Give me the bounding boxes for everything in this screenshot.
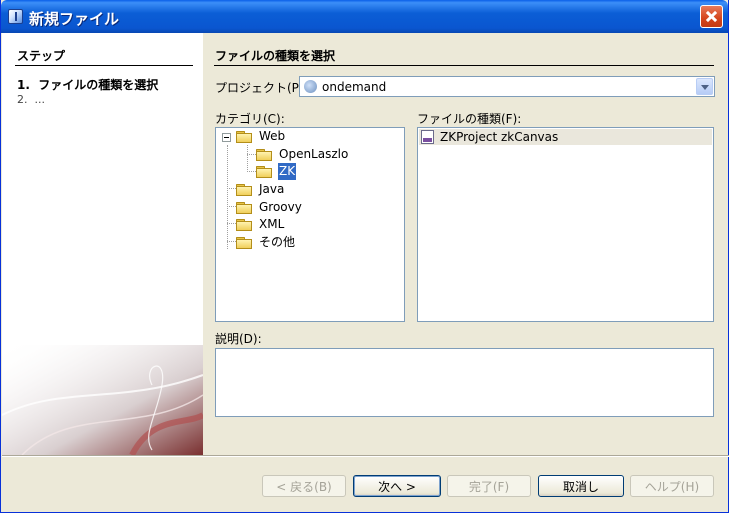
chevron-down-icon[interactable] [696,78,713,95]
categories-tree[interactable]: Web OpenLaszlo ZK Java Groovy XML その他 [215,127,405,322]
step-item-1: 1. ファイルの種類を選択 [17,76,158,93]
next-button[interactable]: 次へ > [353,475,441,497]
tree-line [247,171,256,172]
window-title: 新規ファイル [29,10,120,28]
collapse-icon[interactable] [222,133,231,142]
tree-item-label: ZK [278,163,297,180]
tree-item-label: その他 [259,235,296,249]
title-bar[interactable]: 新規ファイル [1,0,728,33]
tree-item-label: Web [259,129,286,143]
tree-item-label: Java [259,182,285,196]
tree-item-label: OpenLaszlo [279,147,349,161]
tree-line [227,206,236,207]
project-icon [304,80,317,93]
steps-divider [15,65,193,66]
folder-icon [256,166,272,178]
app-icon [8,9,23,24]
step-number: 2. [17,93,28,106]
help-button[interactable]: ヘルプ(H) [630,475,714,497]
page-title: ファイルの種類を選択 [215,49,336,63]
step-label: ... [34,93,46,106]
folder-icon [256,149,272,161]
list-item-label: ZKProject zkCanvas [440,130,559,144]
zk-file-icon [421,130,434,144]
tree-line [227,188,236,189]
folder-icon [236,202,252,214]
back-button[interactable]: < 戻る(B) [262,475,346,497]
folder-icon [236,184,252,196]
file-types-label: ファイルの種類(F): [417,112,522,126]
tree-line [227,223,236,224]
project-combobox[interactable]: ondemand [299,76,715,97]
tree-line [247,154,256,155]
new-file-dialog: 新規ファイル ステップ 1. ファイルの種類を選択 2. ... ファイルの種類… [0,0,729,513]
tree-line [247,145,248,172]
folder-icon [236,219,252,231]
categories-label: カテゴリ(C): [215,112,285,126]
list-item[interactable]: ZKProject zkCanvas [419,129,712,145]
description-label: 説明(D): [215,332,262,346]
file-types-list[interactable]: ZKProject zkCanvas [417,127,714,322]
folder-icon [236,237,252,249]
steps-heading: ステップ [17,49,66,63]
cancel-button[interactable]: 取消し [538,475,624,497]
tree-item-label: Groovy [259,200,302,214]
project-value: ondemand [322,80,387,94]
step-label: ファイルの種類を選択 [38,78,159,92]
finish-button[interactable]: 完了(F) [447,475,531,497]
folder-open-icon [236,131,252,143]
step-number: 1. [17,78,30,92]
tree-item-label: XML [259,217,285,231]
decorative-swirl-image [2,345,203,455]
step-item-2: 2. ... [17,93,45,106]
button-bar-divider-highlight [2,456,729,457]
description-area [215,348,714,417]
close-button[interactable] [700,5,723,28]
steps-panel: ステップ 1. ファイルの種類を選択 2. ... [2,33,203,455]
title-divider [214,65,714,66]
tree-line [227,241,236,242]
project-label: プロジェクト(P): [215,81,308,95]
tree-line [227,145,228,249]
